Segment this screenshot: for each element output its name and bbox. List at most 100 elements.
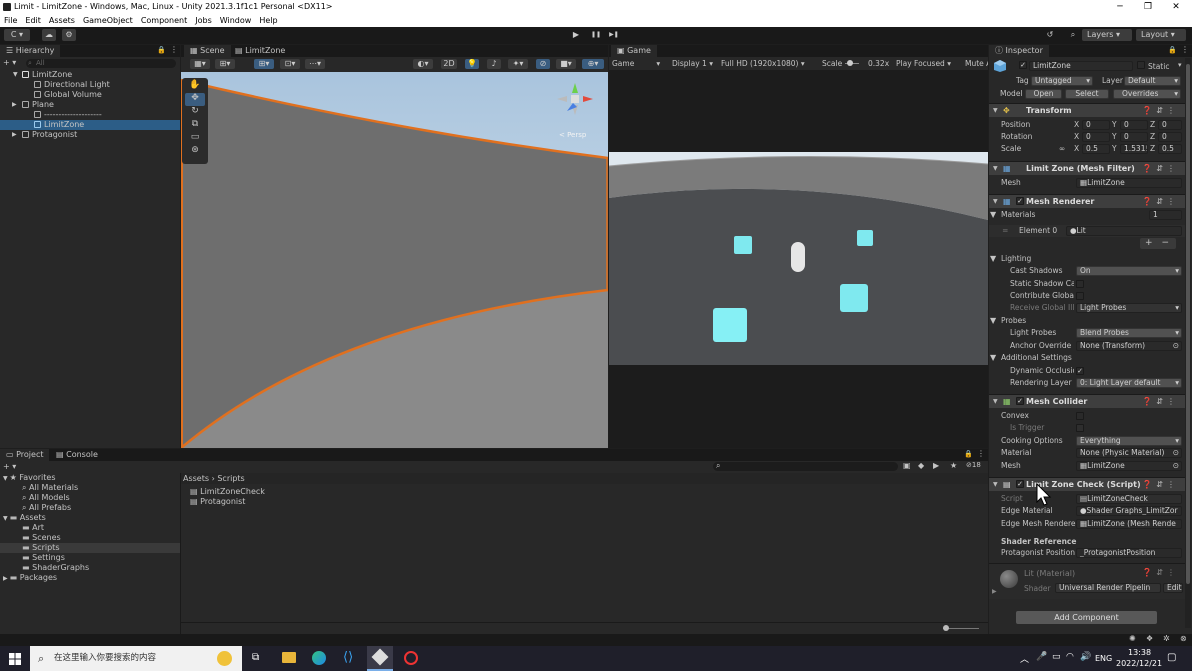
add-component-button[interactable]: Add Component xyxy=(1016,611,1157,624)
camera-dropdown[interactable]: ■▾ xyxy=(556,59,576,69)
mesh-renderer-enabled-checkbox[interactable]: ✓ xyxy=(1016,197,1024,205)
materials-foldout-icon[interactable]: ▼ xyxy=(990,209,996,221)
foldout-icon[interactable]: ▼ xyxy=(993,195,998,208)
remove-element-button[interactable]: − xyxy=(1162,238,1170,248)
hierarchy-item[interactable]: ▼ LimitZone xyxy=(0,70,180,80)
rotation-x[interactable]: 0 xyxy=(1082,132,1110,142)
add-element-button[interactable]: + xyxy=(1145,238,1153,248)
foldout-icon[interactable]: ▼ xyxy=(993,478,998,491)
collapse-arrow-icon[interactable]: ▶ xyxy=(12,130,17,140)
scale-slider-knob[interactable] xyxy=(847,60,853,66)
edge-renderer-field[interactable]: ▦LimitZone (Mesh Rende xyxy=(1076,519,1182,529)
transform-tool-icon[interactable]: ⊛ xyxy=(185,145,205,158)
foldout-icon[interactable]: ▼ xyxy=(993,104,998,117)
language-indicator[interactable]: ENG xyxy=(1095,654,1112,663)
mesh-filter-header[interactable]: ▼ ▦ Limit Zone (Mesh Filter) ❓⇵⋮ xyxy=(989,161,1185,175)
microphone-icon[interactable]: 🎤 xyxy=(1036,652,1047,662)
tab-game[interactable]: ▣ Game xyxy=(611,45,657,57)
project-tree-item[interactable]: ▬ ShaderGraphs xyxy=(0,563,180,573)
snap-dropdown[interactable]: ⋯▾ xyxy=(305,59,325,69)
search-by-type-icon[interactable]: ▣ xyxy=(903,461,911,470)
rendering-layer-dropdown[interactable]: 0: Light Layer default ▾ xyxy=(1076,378,1182,388)
scene-visibility-icon[interactable]: ⊘ xyxy=(536,59,550,69)
project-tree-item[interactable]: ▬ Scenes xyxy=(0,533,180,543)
more-icon[interactable]: ⋮ xyxy=(977,449,985,458)
script-field[interactable]: ▤LimitZoneCheck xyxy=(1076,494,1182,504)
menu-help[interactable]: Help xyxy=(259,14,277,27)
menu-window[interactable]: Window xyxy=(220,14,252,27)
draw-mode-dropdown[interactable]: ▦▾ xyxy=(190,59,210,69)
receive-gi-dropdown[interactable]: Light Probes ▾ xyxy=(1076,303,1182,313)
menu-component[interactable]: Component xyxy=(141,14,187,27)
project-splitter[interactable] xyxy=(180,473,181,634)
expand-arrow-icon[interactable]: ▼ xyxy=(3,475,8,482)
hierarchy-item[interactable]: Global Volume xyxy=(0,90,180,100)
scroll-thumb[interactable] xyxy=(1186,64,1190,584)
step-button[interactable]: ▶❚ xyxy=(607,29,621,41)
anchor-override-field[interactable]: None (Transform) ⊙ xyxy=(1076,341,1182,351)
component-menu-icons[interactable]: ❓⇵⋮ xyxy=(1142,478,1179,491)
breadcrumb-scripts[interactable]: Scripts xyxy=(217,474,244,483)
expand-arrow-icon[interactable]: ▼ xyxy=(13,70,18,80)
play-button[interactable]: ▶ xyxy=(569,29,583,41)
project-tree-item[interactable]: ⌕ All Materials xyxy=(0,483,180,493)
collider-mesh-field[interactable]: ▦LimitZone ⊙ xyxy=(1076,461,1182,471)
2d-toggle[interactable]: 2D xyxy=(441,59,457,69)
layout-dropdown[interactable]: Layout ▾ xyxy=(1136,29,1186,41)
game-viewport[interactable] xyxy=(609,152,988,365)
cache-icon[interactable]: ❖ xyxy=(1146,634,1153,643)
transform-header[interactable]: ▼ ✥ Transform ❓⇵⋮ xyxy=(989,103,1185,117)
mesh-renderer-header[interactable]: ▼ ▦ ✓ Mesh Renderer ❓⇵⋮ xyxy=(989,194,1185,208)
overrides-dropdown[interactable]: Overrides ▾ xyxy=(1113,89,1181,99)
script-enabled-checkbox[interactable]: ✓ xyxy=(1016,480,1024,488)
rotation-z[interactable]: 0 xyxy=(1158,132,1182,142)
file-list-item[interactable]: ▤ Protagonist xyxy=(190,497,245,506)
project-search-input[interactable]: ⌕ xyxy=(713,461,898,471)
scale-x[interactable]: 0.5 xyxy=(1082,144,1110,154)
more-icon[interactable]: ⋮ xyxy=(1181,45,1189,54)
unity-taskbar-icon[interactable] xyxy=(367,646,393,671)
taskbar-search-input[interactable]: ⌕ 在这里输入你要搜索的内容 xyxy=(30,646,242,671)
project-add-button[interactable]: + ▾ xyxy=(3,462,16,471)
tab-project[interactable]: ▭ Project xyxy=(0,449,50,461)
scale-y[interactable]: 1.531! xyxy=(1120,144,1148,154)
collab-button[interactable]: ⚙ xyxy=(62,29,76,41)
lighting-toggle-icon[interactable]: 💡 xyxy=(465,59,479,69)
tab-scene[interactable]: ▦ Scene xyxy=(184,45,231,57)
foldout-icon[interactable]: ▶ xyxy=(992,588,997,595)
display-mode-dropdown[interactable]: Game ▾ xyxy=(612,57,660,70)
project-tree-item[interactable]: ▬ Art xyxy=(0,523,180,533)
local-dropdown[interactable]: ⊡▾ xyxy=(280,59,300,69)
cooking-options-dropdown[interactable]: Everything ▾ xyxy=(1076,436,1182,446)
drag-handle-icon[interactable]: ═ xyxy=(1003,225,1008,237)
lock-icon[interactable]: 🔒 xyxy=(964,450,973,458)
progress-icon[interactable]: ⊗ xyxy=(1180,634,1187,643)
limit-zone-check-header[interactable]: ▼ ▤ ✓ Limit Zone Check (Script) ❓⇵⋮ xyxy=(989,477,1185,491)
resolution-dropdown[interactable]: Full HD (1920x1080) ▾ xyxy=(721,57,805,70)
breadcrumb-assets[interactable]: Assets xyxy=(183,474,209,483)
display-dropdown[interactable]: Display 1 ▾ xyxy=(672,57,713,70)
object-picker-icon[interactable]: ⊙ xyxy=(1173,449,1179,457)
play-focused-dropdown[interactable]: Play Focused ▾ xyxy=(896,57,951,70)
dynamic-occlusion-checkbox[interactable]: ✓ xyxy=(1076,367,1084,375)
hierarchy-item[interactable]: ▶ Protagonist xyxy=(0,130,180,140)
project-tree-item[interactable]: ▼ ▬ Assets xyxy=(0,513,180,523)
select-button[interactable]: Select xyxy=(1065,89,1109,99)
foldout-icon[interactable]: ▼ xyxy=(990,315,996,327)
static-dropdown-icon[interactable]: ▾ xyxy=(1178,61,1182,69)
favorite-star-icon[interactable]: ★ xyxy=(950,461,957,470)
position-y[interactable]: 0 xyxy=(1120,120,1148,130)
lock-icon[interactable]: 🔒 xyxy=(1168,46,1177,54)
position-z[interactable]: 0 xyxy=(1158,120,1182,130)
foldout-icon[interactable]: ▼ xyxy=(993,162,998,175)
hierarchy-item[interactable]: Directional Light xyxy=(0,80,180,90)
clock-time[interactable]: 13:38 xyxy=(1128,648,1151,657)
component-menu-icons[interactable]: ❓⇵⋮ xyxy=(1142,104,1179,117)
search-icon[interactable]: ⌕ xyxy=(1066,29,1080,41)
more-icon[interactable]: ⋮ xyxy=(170,45,178,54)
grid-dropdown[interactable]: ⊞▾ xyxy=(215,59,235,69)
hierarchy-item[interactable]: -------------------- xyxy=(0,110,180,120)
hierarchy-search-input[interactable]: ⌕ All xyxy=(26,59,176,68)
minimize-button[interactable]: ─ xyxy=(1110,0,1130,14)
edge-material-field[interactable]: ●Shader Graphs_LimitZor xyxy=(1076,506,1182,516)
